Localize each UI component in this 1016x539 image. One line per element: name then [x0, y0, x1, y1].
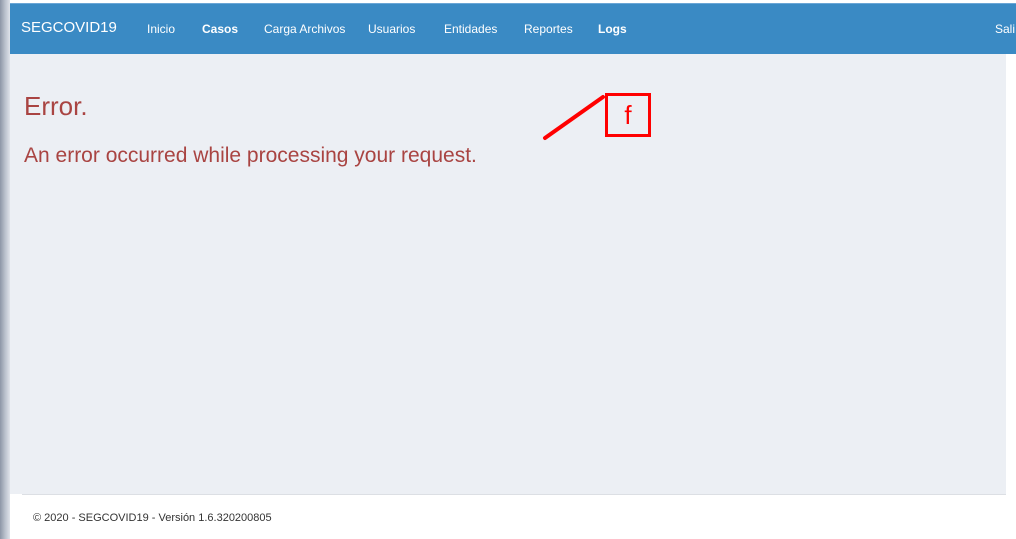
nav-link-reportes[interactable]: Reportes — [524, 22, 573, 37]
app-window: SEGCOVID19 Inicio Casos Carga Archivos U… — [10, 0, 1016, 539]
error-message: An error occurred while processing your … — [24, 144, 477, 167]
nav-link-logs[interactable]: Logs — [598, 22, 627, 37]
footer-copyright: © 2020 - SEGCOVID19 - Versión 1.6.320200… — [33, 512, 272, 524]
main-content: Error. An error occurred while processin… — [10, 54, 1006, 494]
footer-divider — [22, 494, 1006, 495]
annotation-box: f — [605, 93, 651, 137]
brand-link[interactable]: SEGCOVID19 — [21, 19, 117, 37]
nav-link-usuarios[interactable]: Usuarios — [368, 22, 415, 37]
nav-link-entidades[interactable]: Entidades — [444, 22, 497, 37]
nav-link-carga-archivos[interactable]: Carga Archivos — [264, 22, 345, 37]
nav-link-casos[interactable]: Casos — [202, 22, 238, 37]
nav-link-inicio[interactable]: Inicio — [147, 22, 175, 37]
annotation-letter: f — [624, 100, 632, 130]
error-title: Error. — [24, 91, 88, 121]
logout-link[interactable]: Sali — [995, 22, 1015, 37]
window-edge — [0, 0, 10, 539]
top-navbar: SEGCOVID19 Inicio Casos Carga Archivos U… — [10, 3, 1016, 54]
